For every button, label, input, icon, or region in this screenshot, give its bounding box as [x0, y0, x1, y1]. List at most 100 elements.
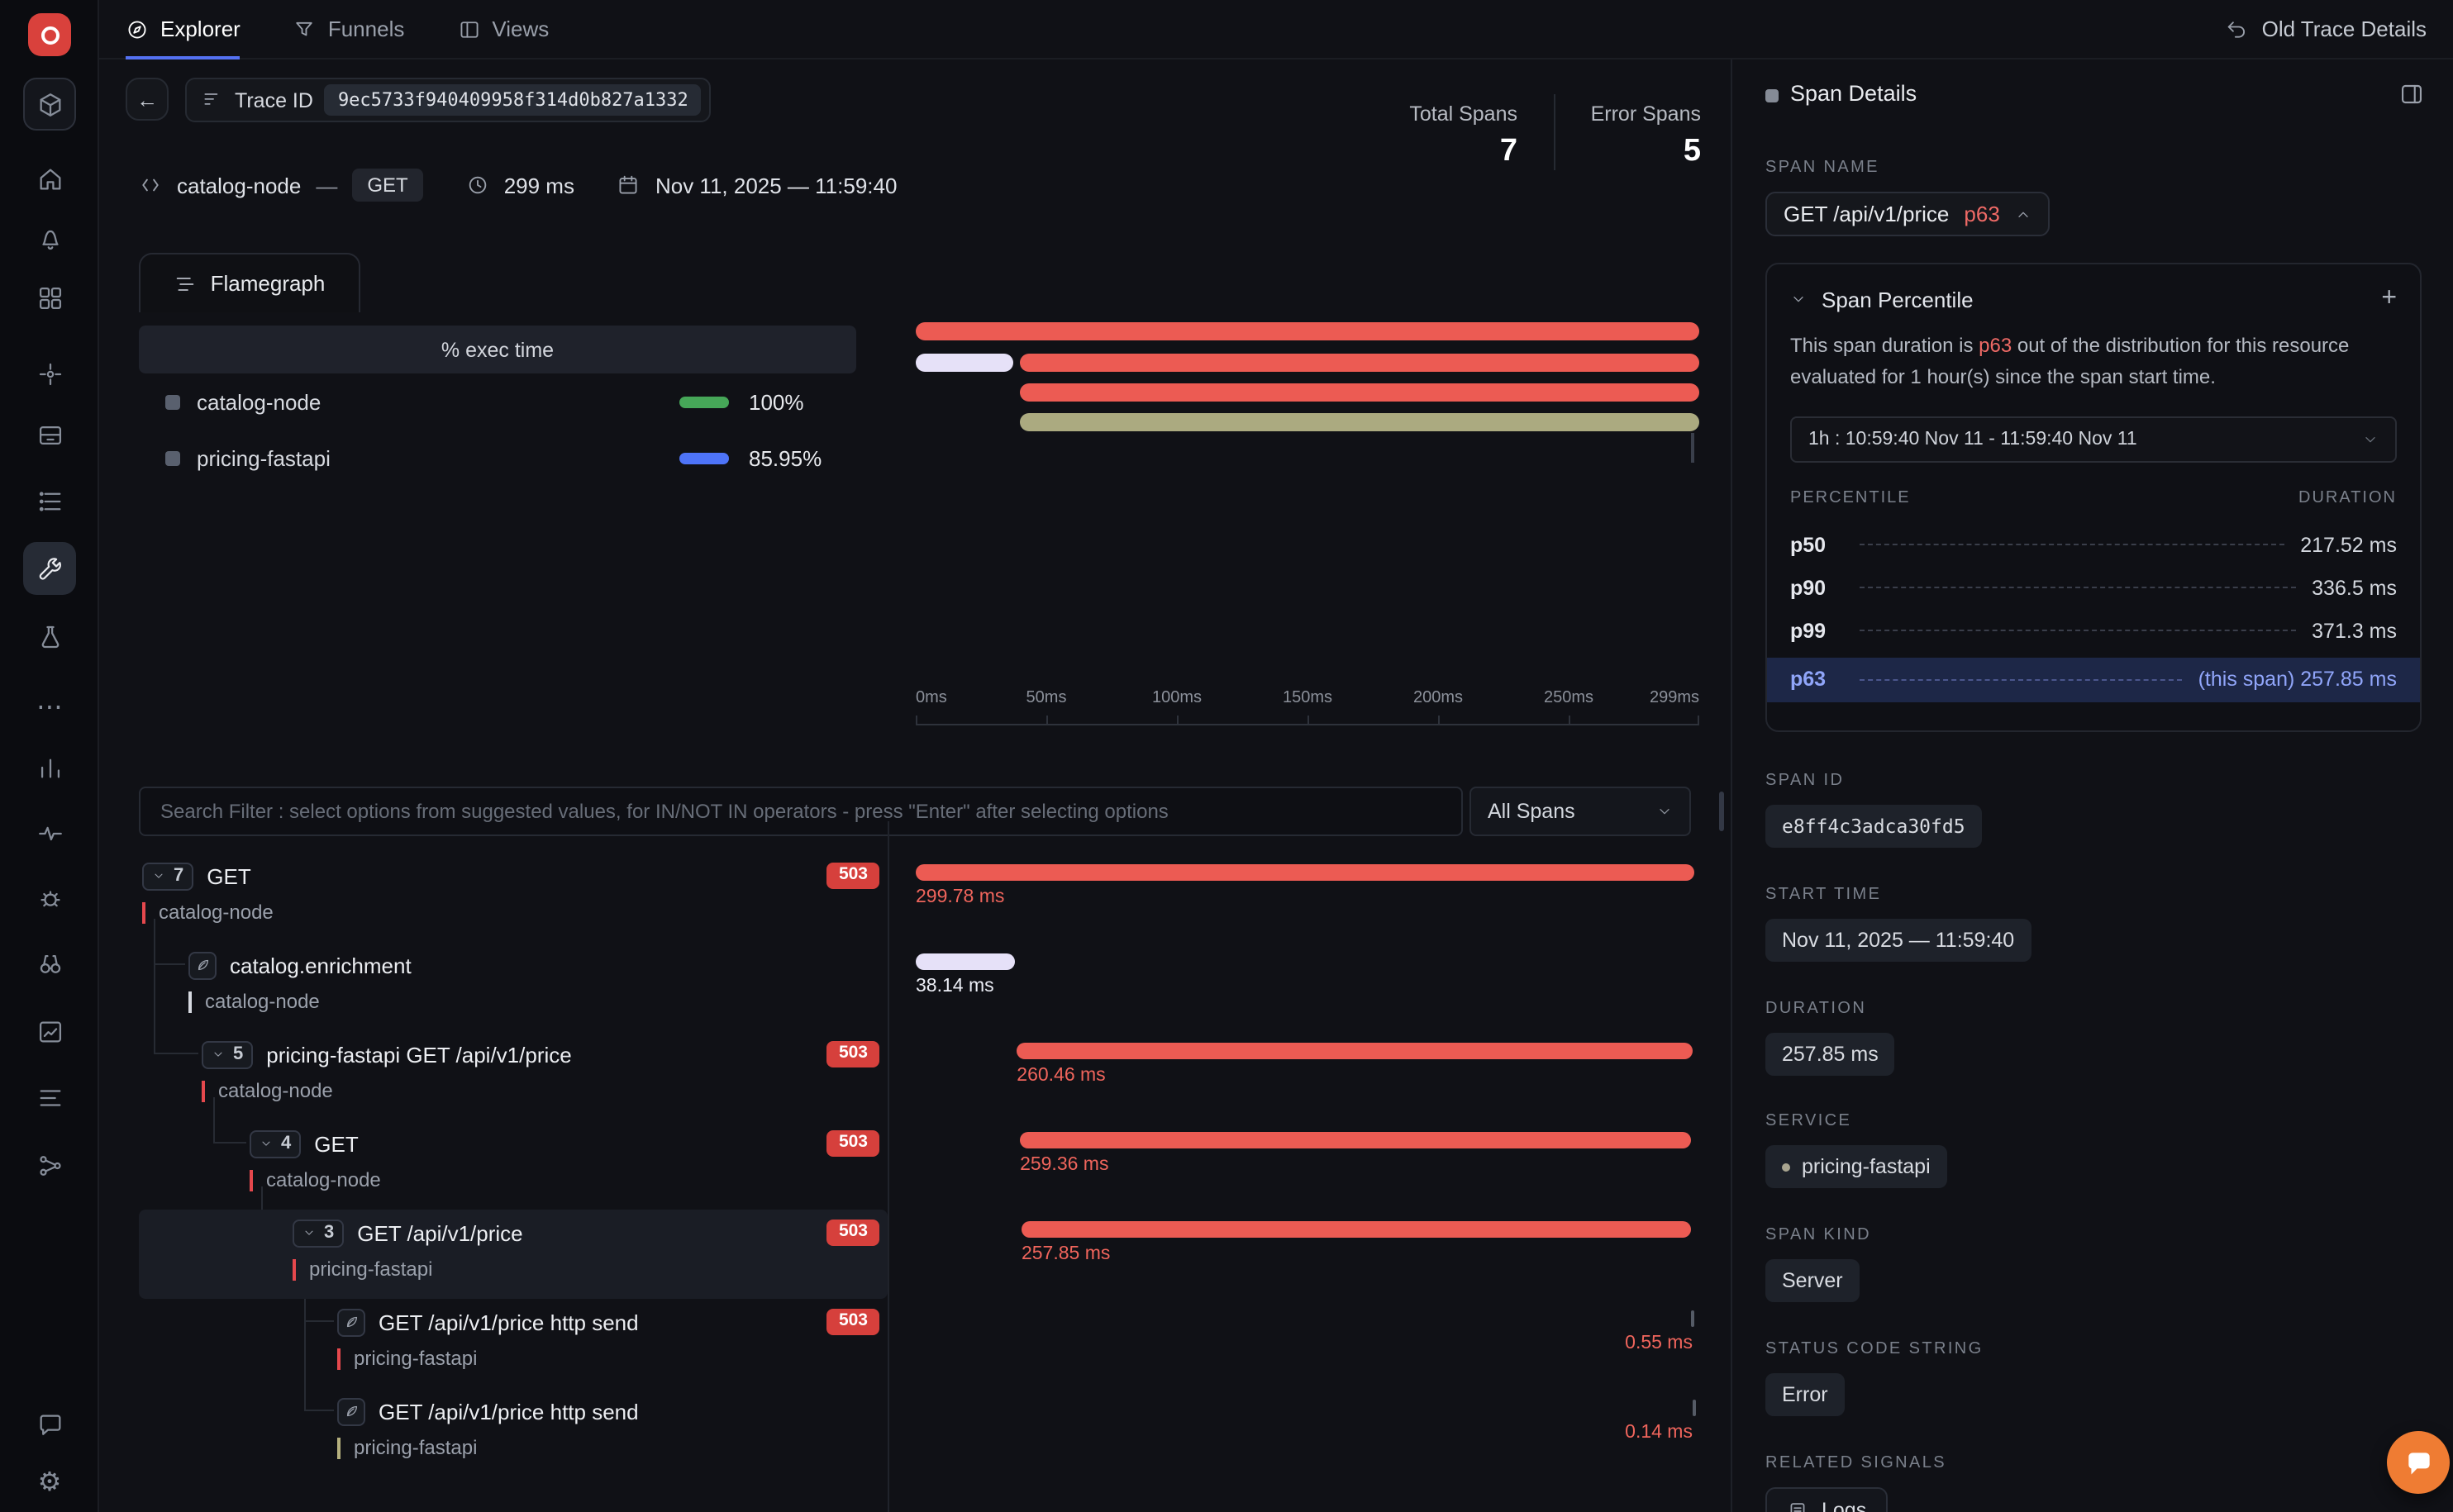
line-chart-icon[interactable]	[23, 1005, 76, 1058]
span-name: catalog.enrichment	[230, 953, 412, 977]
span-id-chip[interactable]: e8ff4c3adca30fd5	[1765, 805, 1982, 848]
search-filter-input[interactable]	[139, 787, 1463, 836]
exceptions-flask-icon[interactable]	[23, 610, 76, 663]
flame-bar[interactable]	[1020, 354, 1699, 372]
tab-funnels[interactable]: Funnels	[293, 0, 405, 59]
pulse-icon[interactable]	[23, 806, 76, 859]
legend-row-pricing-fastapi[interactable]: pricing-fastapi 85.95%	[139, 430, 856, 486]
span-row-selected[interactable]: 3 GET /api/v1/price 503 pricing-fastapi …	[139, 1210, 1699, 1299]
flamegraph-tab-label: Flamegraph	[211, 271, 326, 296]
dashboards-grid-icon[interactable]	[23, 271, 76, 324]
span-kind-chip[interactable]: Server	[1765, 1259, 1860, 1302]
trace-id-label: Trace ID	[235, 88, 313, 112]
tab-views-label: Views	[492, 17, 549, 41]
span-scope-select[interactable]: All Spans	[1469, 787, 1691, 836]
span-row[interactable]: 5 pricing-fastapi GET /api/v1/price 503 …	[139, 1031, 1699, 1120]
tab-explorer[interactable]: Explorer	[126, 0, 241, 59]
binoculars-icon[interactable]	[23, 937, 76, 990]
tab-views[interactable]: Views	[457, 0, 549, 59]
span-row[interactable]: GET /api/v1/price http send 503 pricing-…	[139, 1299, 1699, 1388]
collapse-toggle[interactable]: 5	[202, 1040, 253, 1068]
logs-button[interactable]: Logs	[1765, 1487, 1888, 1512]
error-spans-value: 5	[1574, 134, 1701, 170]
field-label: SPAN KIND	[1765, 1226, 1871, 1244]
workspace-cube-icon[interactable]	[23, 78, 76, 131]
alerts-bell-icon[interactable]	[23, 212, 76, 264]
tab-flamegraph[interactable]: Flamegraph	[139, 253, 360, 312]
span-name-label: SPAN NAME	[1765, 159, 1879, 177]
chevron-down-icon	[2362, 431, 2379, 448]
duration-bar[interactable]	[1022, 1221, 1691, 1238]
span-name-chip[interactable]: GET /api/v1/price p63	[1765, 192, 2050, 236]
time-axis: 0ms 50ms 100ms 150ms 200ms 250ms 299ms	[916, 689, 1699, 739]
duration-bar[interactable]	[1017, 1043, 1693, 1059]
panel-collapse-icon[interactable]	[2398, 81, 2425, 107]
trace-icon	[202, 89, 223, 111]
trace-timestamp: Nov 11, 2025 — 11:59:40	[655, 173, 897, 197]
http-method-chip: GET	[352, 169, 422, 202]
duration-bar[interactable]	[916, 864, 1694, 881]
status-code-chip[interactable]: Error	[1765, 1373, 1845, 1416]
share-nodes-icon[interactable]	[23, 1139, 76, 1191]
span-scope-value: All Spans	[1488, 800, 1575, 823]
child-count: 5	[233, 1044, 243, 1064]
plus-icon[interactable]: +	[2381, 286, 2397, 312]
collapse-toggle[interactable]: 4	[250, 1129, 301, 1158]
field-label: STATUS CODE STRING	[1765, 1340, 1984, 1358]
home-icon[interactable]	[23, 152, 76, 205]
chat-fab-button[interactable]	[2387, 1431, 2450, 1494]
span-service: catalog-node	[142, 901, 274, 923]
axis-tick-label: 100ms	[1152, 689, 1202, 707]
traces-wrench-icon[interactable]	[23, 542, 76, 595]
flame-bar[interactable]	[916, 322, 1699, 340]
messages-icon[interactable]	[23, 1398, 76, 1451]
chevron-down-icon	[1656, 803, 1673, 820]
legend-service-name: catalog-node	[197, 389, 679, 414]
list-rows-icon[interactable]	[23, 1071, 76, 1124]
bar-chart-icon[interactable]	[23, 740, 76, 793]
back-button[interactable]: ←	[126, 78, 169, 121]
left-nav-sidebar: ⋯ ⚙	[0, 0, 99, 1512]
old-trace-details-button[interactable]: Old Trace Details	[2226, 17, 2427, 41]
total-spans-value: 7	[1309, 134, 1517, 170]
percentile-row: p99371.3 ms	[1767, 610, 2420, 653]
span-row[interactable]: GET /api/v1/price http send pricing-fast…	[139, 1388, 1699, 1477]
flame-bar[interactable]	[1020, 383, 1699, 402]
flamegraph-canvas[interactable]	[916, 314, 1699, 479]
collapse-toggle[interactable]: 3	[293, 1219, 344, 1247]
bug-icon[interactable]	[23, 871, 76, 924]
span-row[interactable]: 7 GET 503 catalog-node 299.78 ms	[139, 853, 1699, 942]
service-map-icon[interactable]	[23, 347, 76, 400]
span-service: pricing-fastapi	[337, 1348, 477, 1369]
duration-bar[interactable]	[1691, 1310, 1694, 1327]
logs-icon[interactable]	[23, 474, 76, 527]
top-tab-bar: Explorer Funnels Views Old Trace Details	[99, 0, 2453, 59]
flame-bar[interactable]	[916, 354, 1013, 372]
chevron-down-icon[interactable]	[1790, 291, 1807, 307]
trace-explorer-app: ⋯ ⚙ Explorer Funnels Views Old Trace Det…	[0, 0, 2453, 1512]
more-ellipsis-icon[interactable]: ⋯	[23, 682, 76, 735]
spans-divider	[1554, 94, 1555, 170]
legend-row-catalog-node[interactable]: catalog-node 100%	[139, 373, 856, 430]
settings-gear-icon[interactable]: ⚙	[23, 1457, 76, 1510]
chevron-down-icon	[152, 869, 165, 882]
collapse-toggle[interactable]: 7	[142, 862, 193, 890]
duration-bar[interactable]	[1692, 1400, 1695, 1416]
span-name: GET	[207, 863, 250, 888]
time-range-select[interactable]: 1h : 10:59:40 Nov 11 - 11:59:40 Nov 11	[1790, 416, 2397, 463]
span-row[interactable]: 4 GET 503 catalog-node 259.36 ms	[139, 1120, 1699, 1210]
service-chip[interactable]: pricing-fastapi	[1765, 1145, 1947, 1188]
duration-chip[interactable]: 257.85 ms	[1765, 1033, 1895, 1076]
duration-label: 0.55 ms	[1625, 1334, 1693, 1353]
duration-label: 259.36 ms	[1020, 1155, 1108, 1175]
storage-icon[interactable]	[23, 408, 76, 461]
scrollbar-thumb[interactable]	[1719, 792, 1724, 831]
span-row[interactable]: catalog.enrichment catalog-node 38.14 ms	[139, 942, 1699, 1031]
trace-id-chip[interactable]: Trace ID 9ec5733f940409958f314d0b827a133…	[185, 78, 712, 122]
service-code-icon	[139, 174, 162, 197]
duration-bar[interactable]	[916, 953, 1014, 970]
duration-bar[interactable]	[1020, 1132, 1690, 1148]
start-time-chip[interactable]: Nov 11, 2025 — 11:59:40	[1765, 919, 2031, 962]
app-logo[interactable]	[28, 13, 71, 56]
flame-bar[interactable]	[1020, 413, 1699, 431]
